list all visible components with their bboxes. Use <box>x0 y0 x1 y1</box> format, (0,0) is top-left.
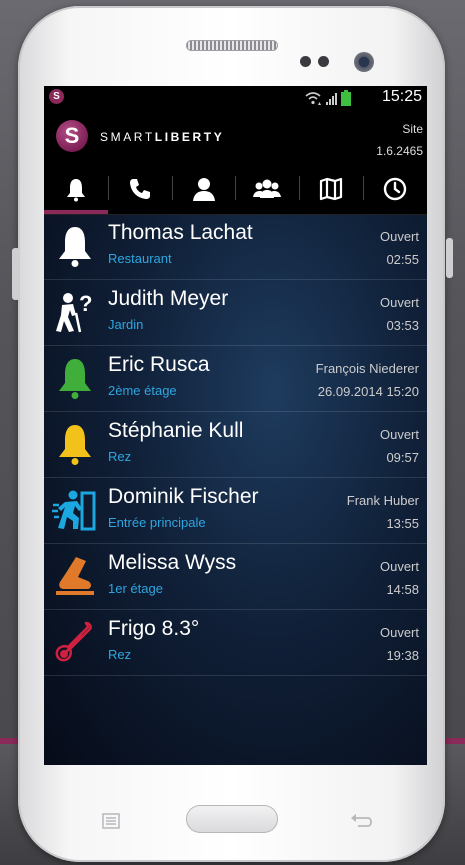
list-item[interactable]: Stéphanie Kull Rez Ouvert 09:57 <box>44 412 427 478</box>
bell-green-icon <box>59 359 91 399</box>
light-sensor <box>318 56 329 67</box>
alert-location: Rez <box>108 647 132 662</box>
running-exit-icon <box>52 490 96 531</box>
screen: S 15:25 S SMARTLIBERTY Site 1.6.2465 Tho… <box>44 86 427 765</box>
front-camera <box>354 52 374 72</box>
tab-calls[interactable] <box>107 164 172 214</box>
proximity-sensor <box>300 56 311 67</box>
alert-time: 19:38 <box>386 648 419 663</box>
bell-white-icon <box>59 227 91 267</box>
wifi-icon <box>305 92 321 105</box>
earpiece-speaker <box>186 40 278 51</box>
alert-location: 1er étage <box>108 581 163 596</box>
signal-icon <box>326 93 337 105</box>
tab-residents[interactable] <box>171 164 236 214</box>
thermometer-icon <box>55 621 92 662</box>
list-item[interactable]: Frigo 8.3° Rez Ouvert 19:38 <box>44 610 427 676</box>
home-button[interactable] <box>186 805 278 833</box>
alert-time: 02:55 <box>386 252 419 267</box>
alert-location: Restaurant <box>108 251 172 266</box>
bell-icon <box>66 179 85 202</box>
clock-icon <box>383 177 407 201</box>
alert-time: 13:55 <box>386 516 419 531</box>
status-bar: S 15:25 <box>44 86 427 108</box>
alert-status: Frank Huber <box>346 493 419 508</box>
site-version: 1.6.2465 <box>376 144 423 158</box>
tab-alarms[interactable] <box>44 164 108 214</box>
app-logo[interactable]: S <box>56 120 88 152</box>
map-icon <box>320 177 343 201</box>
tab-map[interactable] <box>299 164 363 214</box>
alert-status: Ouvert <box>379 625 419 640</box>
alert-location: 2ème étage <box>108 383 177 398</box>
alert-name: Melissa Wyss <box>108 551 237 574</box>
alert-location: Jardin <box>108 317 144 332</box>
alert-status: Ouvert <box>379 295 419 310</box>
alert-status: Ouvert <box>379 559 419 574</box>
tab-staff[interactable] <box>235 164 299 214</box>
tab-history[interactable] <box>363 164 427 214</box>
alert-name: Frigo 8.3° <box>108 617 200 640</box>
app-title: SMARTLIBERTY <box>100 130 224 144</box>
svg-text:?: ? <box>79 291 92 316</box>
battery-icon <box>341 90 351 106</box>
alert-time: 26.09.2014 15:20 <box>317 384 419 399</box>
alert-location: Entrée principale <box>108 515 206 530</box>
alert-name: Eric Rusca <box>108 353 210 376</box>
app-header: S SMARTLIBERTY Site 1.6.2465 <box>44 108 427 164</box>
alert-name: Stéphanie Kull <box>108 419 244 442</box>
power-button[interactable] <box>446 238 453 278</box>
back-icon[interactable] <box>348 812 374 830</box>
list-item[interactable]: Dominik Fischer Entrée principale Frank … <box>44 478 427 544</box>
bell-yellow-icon <box>59 425 91 465</box>
list-item[interactable]: Melissa Wyss 1er étage Ouvert 14:58 <box>44 544 427 610</box>
foot-step-icon <box>56 557 94 595</box>
menu-icon[interactable] <box>98 812 124 830</box>
alert-time: 14:58 <box>386 582 419 597</box>
list-item[interactable]: Eric Rusca 2ème étage François Niederer … <box>44 346 427 412</box>
volume-button[interactable] <box>12 248 20 300</box>
alert-name: Dominik Fischer <box>108 485 259 508</box>
list-item[interactable]: ? Judith Meyer Jardin Ouvert 03:53 <box>44 280 427 346</box>
phone-icon <box>129 179 150 199</box>
alert-status: François Niederer <box>315 361 419 376</box>
alert-location: Rez <box>108 449 132 464</box>
alert-time: 03:53 <box>386 318 419 333</box>
brand-light: SMART <box>100 130 155 144</box>
person-icon <box>192 178 215 201</box>
alert-name: Thomas Lachat <box>108 221 253 244</box>
fall-person-icon: ? <box>56 291 92 333</box>
alert-name: Judith Meyer <box>108 287 229 310</box>
alert-status: Ouvert <box>379 427 419 442</box>
notification-app-icon: S <box>49 89 64 104</box>
group-icon <box>253 179 282 198</box>
alert-time: 09:57 <box>386 450 419 465</box>
alert-status: Ouvert <box>379 229 419 244</box>
list-item[interactable]: Thomas Lachat Restaurant Ouvert 02:55 <box>44 214 427 280</box>
tab-bar <box>44 164 427 215</box>
site-label: Site <box>402 122 423 136</box>
brand-bold: LIBERTY <box>154 130 225 144</box>
alert-list: Thomas Lachat Restaurant Ouvert 02:55 ? … <box>44 214 427 676</box>
status-time: 15:25 <box>381 88 422 105</box>
